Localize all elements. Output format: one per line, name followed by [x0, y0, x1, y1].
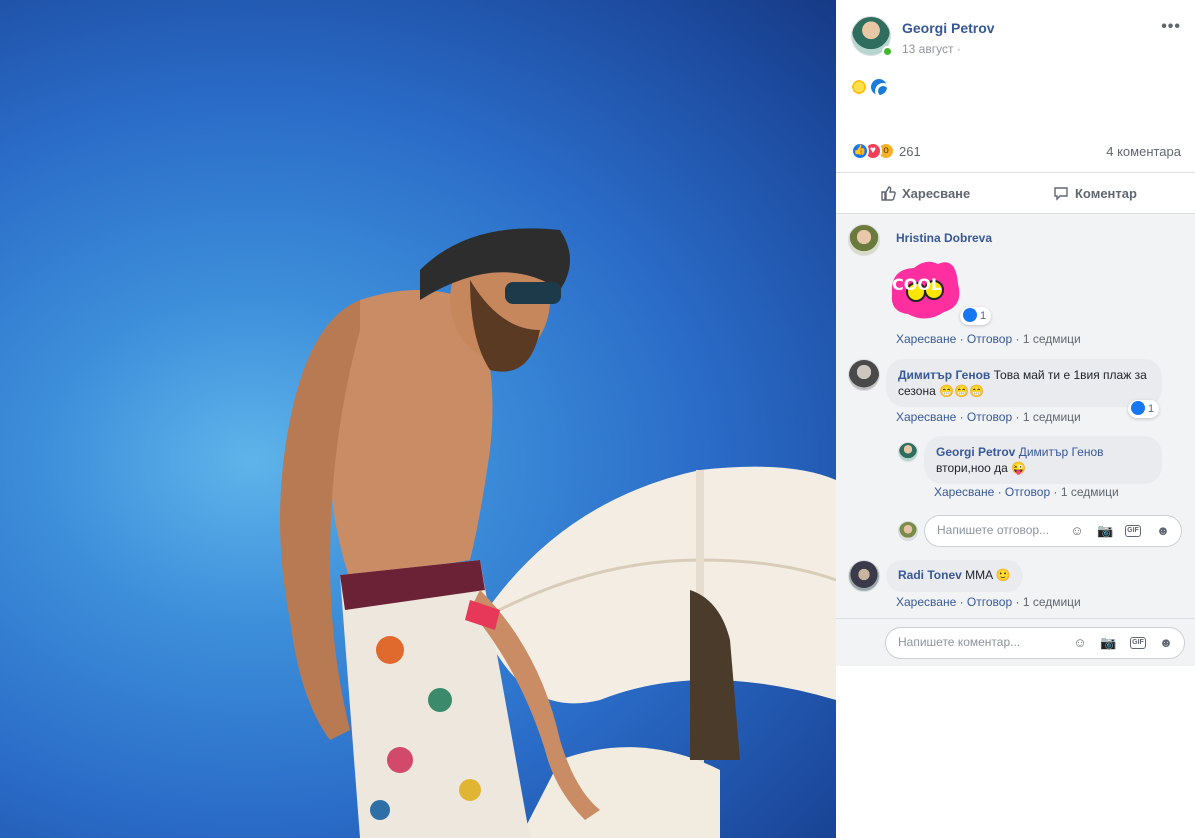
online-status-indicator — [882, 46, 893, 57]
comment-reply-link[interactable]: Отговор — [967, 595, 1012, 609]
comment-button[interactable]: Коментар — [1053, 185, 1137, 201]
post-side-panel: Georgi Petrov 13 август · ••• 👍 ♥ o 261 … — [836, 0, 1195, 838]
comment-reply-link[interactable]: Отговор — [967, 332, 1012, 346]
comment-actions: Харесване · Отговор · 1 седмици — [896, 595, 1081, 609]
reply-actions: Харесване · Отговор · 1 седмици — [934, 485, 1119, 499]
comment-time[interactable]: 1 седмици — [1023, 332, 1081, 346]
smile-emoji-icon: 🙂 — [995, 568, 1011, 582]
wave-emoji-icon — [871, 78, 888, 95]
comment-reply-link[interactable]: Отговор — [967, 410, 1012, 424]
comment-reactions[interactable]: 1 — [960, 307, 992, 325]
sun-emoji-icon — [851, 78, 867, 95]
post-author-name[interactable]: Georgi Petrov — [902, 20, 995, 36]
reactions-bar: 👍 ♥ o 261 4 коментара — [851, 142, 1181, 162]
reply-text: втори,ноо да — [936, 461, 1008, 475]
current-user-avatar[interactable] — [898, 521, 918, 541]
comment-bubble: Radi Tonev MMA 🙂 — [886, 560, 1023, 592]
like-button[interactable]: Харесване — [880, 185, 970, 201]
reply-author-avatar[interactable] — [898, 442, 918, 462]
grin-emoji-icon: 😁😁😁 — [939, 384, 984, 398]
reply-input-box: ☺ 📷 GIF ☻ — [924, 515, 1182, 547]
sticker-icon[interactable]: ☻ — [1158, 635, 1174, 651]
comment-bubble: Димитър Генов Това май ти е 1вия плаж за… — [886, 359, 1162, 407]
like-reaction-icon[interactable]: 👍 — [851, 142, 869, 160]
beach-photo-illustration — [280, 228, 836, 838]
comment-bubble-icon — [1054, 187, 1068, 201]
comment-input-box: ☺ 📷 GIF ☻ — [885, 627, 1185, 659]
comment-reactions[interactable]: 1 — [1128, 400, 1160, 418]
umbrella-shape — [479, 466, 836, 838]
reply-reply-link[interactable]: Отговор — [1005, 485, 1050, 499]
emoji-picker-icon[interactable]: ☺ — [1072, 635, 1088, 651]
commenter-avatar[interactable] — [848, 224, 880, 256]
sticker-icon[interactable]: ☻ — [1155, 523, 1171, 539]
privacy-icon: · — [956, 42, 961, 56]
like-mini-icon — [963, 308, 977, 322]
comment-actions: Харесване · Отговор · 1 седмици — [896, 410, 1081, 424]
reply-like-link[interactable]: Харесване — [934, 485, 994, 499]
person-shape — [280, 228, 600, 838]
reply-mention[interactable]: Димитър Генов — [1019, 445, 1104, 459]
gif-icon[interactable]: GIF — [1125, 525, 1141, 537]
commenter-avatar[interactable] — [848, 560, 880, 592]
comment-like-link[interactable]: Харесване — [896, 332, 956, 346]
comments-section: Hristina Dobreva COOL 1 Харесване · Отго… — [836, 214, 1195, 618]
comment-time[interactable]: 1 седмици — [1023, 595, 1081, 609]
comment-text: MMA — [965, 568, 993, 582]
sticker-text: COOL — [892, 275, 941, 294]
post-text — [851, 78, 888, 96]
comment-like-link[interactable]: Харесване — [896, 410, 956, 424]
comment-author[interactable]: Hristina Dobreva — [896, 231, 992, 245]
post-photo[interactable] — [0, 0, 836, 838]
comment-input[interactable] — [898, 635, 1068, 649]
comment-time[interactable]: 1 седмици — [1023, 410, 1081, 424]
post-date[interactable]: 13 август · — [902, 42, 961, 56]
camera-icon[interactable]: 📷 — [1097, 523, 1113, 539]
comment-count[interactable]: 4 коментара — [1106, 144, 1181, 159]
emoji-picker-icon[interactable]: ☺ — [1069, 523, 1085, 539]
commenter-avatar[interactable] — [848, 359, 880, 391]
reply-input[interactable] — [937, 523, 1087, 537]
comment-like-link[interactable]: Харесване — [896, 595, 956, 609]
camera-icon[interactable]: 📷 — [1100, 635, 1116, 651]
thumbs-up-icon — [881, 186, 896, 201]
reply-bubble: Georgi Petrov Димитър Генов втори,ноо да… — [924, 436, 1162, 484]
reaction-count[interactable]: 261 — [899, 144, 921, 159]
laugh-emoji-icon: 😜 — [1011, 461, 1027, 475]
like-mini-icon — [1131, 401, 1145, 415]
post-header: Georgi Petrov 13 август · ••• — [851, 16, 1181, 60]
comment-author[interactable]: Radi Tonev — [898, 568, 962, 582]
comment-actions: Харесване · Отговор · 1 седмици — [896, 332, 1081, 346]
post-actions: Харесване Коментар — [836, 172, 1195, 214]
comment-composer: ☺ 📷 GIF ☻ — [836, 618, 1195, 666]
comment-author[interactable]: Димитър Генов — [898, 368, 990, 382]
cool-sticker: COOL — [886, 254, 966, 324]
reply-author[interactable]: Georgi Petrov — [936, 445, 1015, 459]
panel-empty-area — [836, 666, 1195, 838]
reply-time[interactable]: 1 седмици — [1061, 485, 1119, 499]
gif-icon[interactable]: GIF — [1130, 637, 1146, 649]
more-options-button[interactable]: ••• — [1161, 18, 1181, 36]
